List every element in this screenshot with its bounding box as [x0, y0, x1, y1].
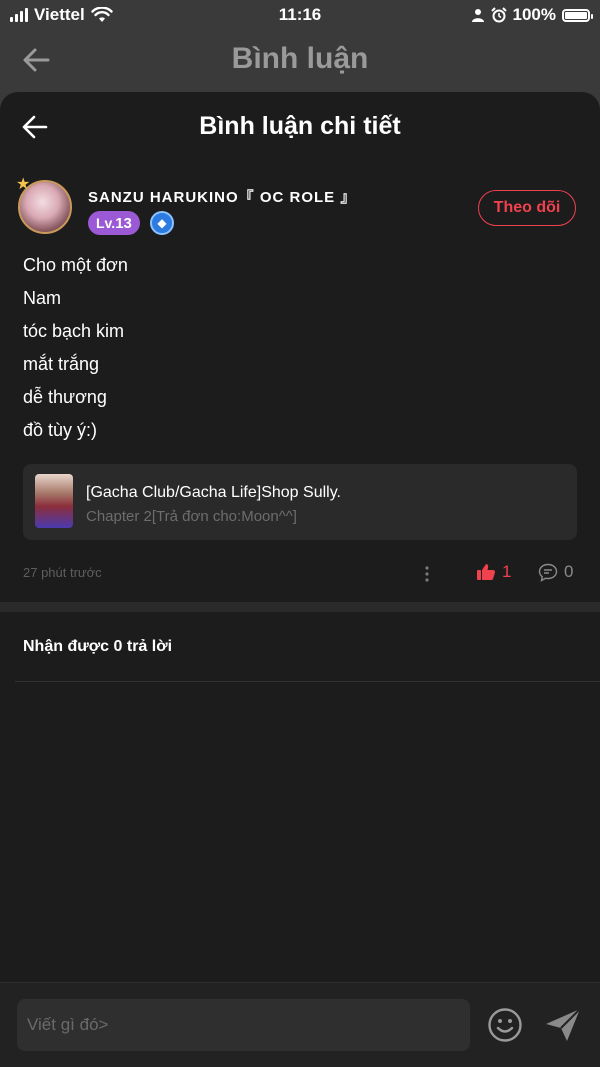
page-title: Bình luận: [231, 42, 369, 75]
follow-button[interactable]: Theo dõi: [478, 190, 576, 226]
comment-line: Nam: [23, 288, 62, 308]
level-badge: Lv.13: [88, 211, 140, 235]
username[interactable]: SANZU HARUKINO『 OC ROLE 』: [88, 186, 356, 207]
send-icon[interactable]: [543, 1005, 583, 1045]
more-vertical-icon[interactable]: [423, 564, 431, 584]
level-prefix: Lv.: [96, 215, 116, 231]
avatar[interactable]: ★: [16, 176, 76, 238]
comment-detail-sheet: Bình luận chi tiết ★ SANZU HARUKINO『 OC …: [0, 92, 600, 1067]
crown-star-icon: ★: [16, 176, 31, 193]
story-attachment-card[interactable]: [Gacha Club/Gacha Life]Shop Sully. Chapt…: [23, 464, 577, 540]
title-badge-icon: ◆: [150, 211, 174, 235]
timestamp: 27 phút trước: [23, 565, 102, 580]
battery-fill: [565, 11, 587, 19]
divider: [15, 681, 600, 682]
thumbs-up-icon: [477, 564, 496, 580]
sheet-header: Bình luận chi tiết: [0, 92, 600, 162]
section-divider: [0, 602, 600, 612]
battery-icon: [562, 8, 593, 22]
comment-line: tóc bạch kim: [23, 321, 125, 341]
alarm-icon: [490, 7, 507, 23]
emoji-icon[interactable]: [487, 1007, 523, 1043]
comment-line: mắt trắng: [23, 354, 100, 374]
comment-meta-row: 27 phút trước 1 0: [0, 562, 600, 592]
level-value: 13: [115, 215, 132, 232]
top-nav: Bình luận: [0, 30, 600, 90]
comment-line: dễ thương: [23, 387, 107, 407]
like-count: 1: [502, 562, 512, 581]
story-chapter: Chapter 2[Trả đơn cho:Moon^^]: [86, 508, 297, 525]
reply-count: 0: [564, 562, 574, 581]
replies-count-label: Nhận được 0 trả lời: [23, 638, 173, 655]
comment-line: đồ tùy ý:): [23, 420, 98, 440]
status-bar: Viettel 11:16 100%: [0, 0, 600, 30]
story-thumbnail: [35, 474, 73, 528]
composer-bar: [0, 982, 600, 1067]
story-title: [Gacha Club/Gacha Life]Shop Sully.: [86, 484, 341, 501]
sheet-title: Bình luận chi tiết: [199, 112, 401, 140]
battery-label: 100%: [512, 5, 556, 24]
comment-input[interactable]: [17, 999, 470, 1051]
person-icon: [471, 9, 484, 22]
like-button[interactable]: 1: [476, 562, 511, 582]
comment-bubble-icon: [538, 563, 558, 582]
comment-line: Cho một đơn: [23, 255, 128, 275]
comment-body: Cho một đơn Nam tóc bạch kim mắt trắng d…: [23, 249, 128, 447]
status-right: 100%: [471, 5, 593, 25]
reply-button[interactable]: 0: [538, 562, 573, 582]
